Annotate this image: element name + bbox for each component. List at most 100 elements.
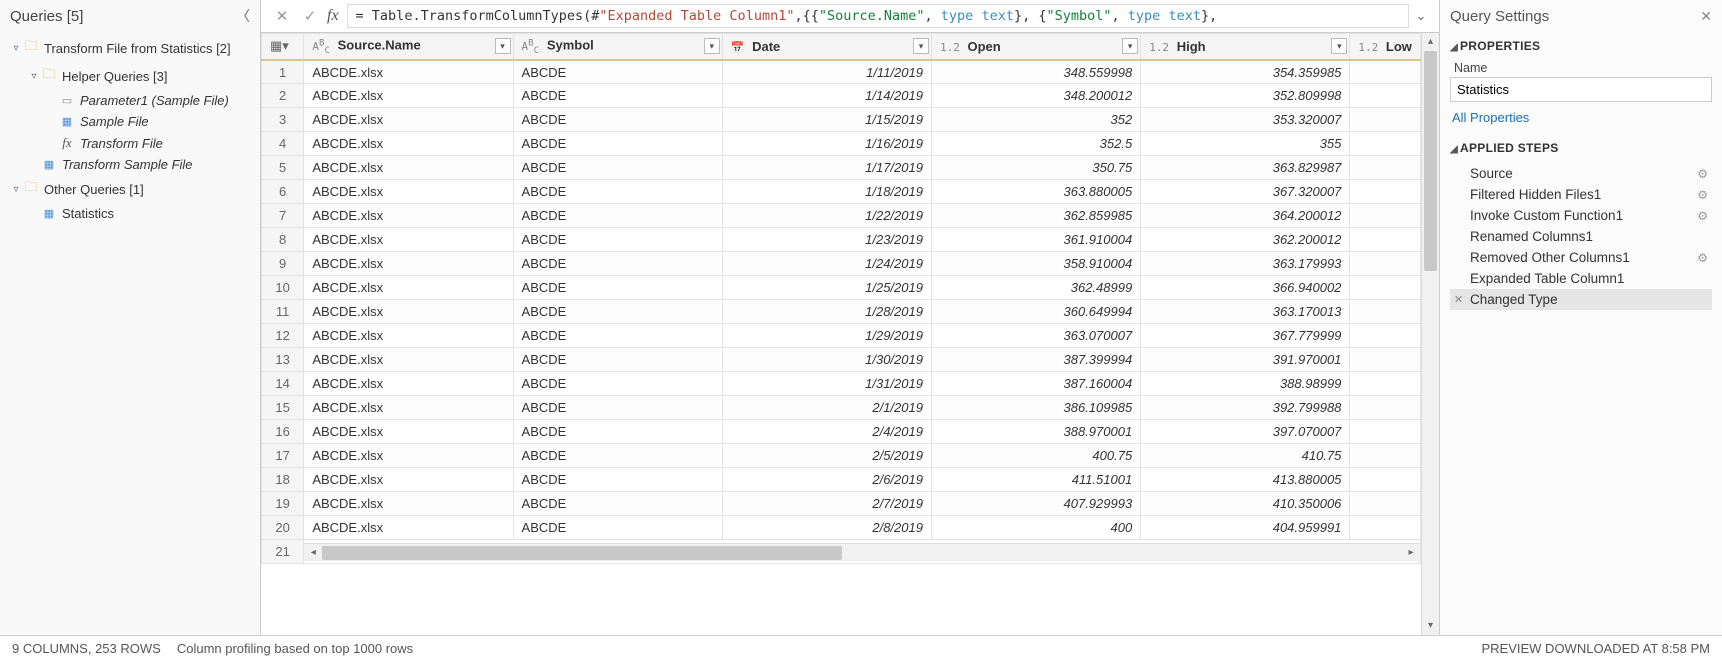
- cell[interactable]: 354.359985: [1141, 60, 1350, 84]
- cell[interactable]: 1/15/2019: [722, 108, 931, 132]
- cell[interactable]: 413.880005: [1141, 468, 1350, 492]
- table-row[interactable]: 9ABCDE.xlsxABCDE1/24/2019358.910004363.1…: [262, 252, 1421, 276]
- column-header[interactable]: 1.2 Low: [1350, 34, 1421, 60]
- cell[interactable]: ABCDE: [513, 324, 722, 348]
- gear-icon[interactable]: ⚙: [1697, 167, 1708, 181]
- cell[interactable]: 404.959991: [1141, 516, 1350, 540]
- cell[interactable]: 363.829987: [1141, 156, 1350, 180]
- cell[interactable]: ABCDE: [513, 372, 722, 396]
- cell[interactable]: 366.940002: [1141, 276, 1350, 300]
- cell[interactable]: ABCDE: [513, 180, 722, 204]
- cell[interactable]: 1/25/2019: [722, 276, 931, 300]
- cell[interactable]: 2/6/2019: [722, 468, 931, 492]
- cell[interactable]: [1350, 468, 1421, 492]
- cell[interactable]: 411.51001: [931, 468, 1140, 492]
- table-row[interactable]: 4ABCDE.xlsxABCDE1/16/2019352.5355: [262, 132, 1421, 156]
- applied-step[interactable]: Invoke Custom Function1⚙: [1450, 205, 1712, 226]
- formula-expand-icon[interactable]: ⌄: [1411, 8, 1431, 24]
- row-number[interactable]: 17: [262, 444, 304, 468]
- row-number[interactable]: 10: [262, 276, 304, 300]
- cell[interactable]: 1/24/2019: [722, 252, 931, 276]
- cell[interactable]: 352.5: [931, 132, 1140, 156]
- cell[interactable]: 1/16/2019: [722, 132, 931, 156]
- tree-item[interactable]: ▿🗀Transform File from Statistics [2]: [0, 34, 260, 62]
- cell[interactable]: [1350, 228, 1421, 252]
- cell[interactable]: ABCDE.xlsx: [304, 492, 513, 516]
- cell[interactable]: 358.910004: [931, 252, 1140, 276]
- cell[interactable]: ABCDE.xlsx: [304, 228, 513, 252]
- applied-step[interactable]: Removed Other Columns1⚙: [1450, 247, 1712, 268]
- cell[interactable]: [1350, 396, 1421, 420]
- query-name-input[interactable]: [1450, 77, 1712, 102]
- table-row[interactable]: 2ABCDE.xlsxABCDE1/14/2019348.200012352.8…: [262, 84, 1421, 108]
- data-grid[interactable]: ▦▾ABC Source.Name▾ABC Symbol▾📅 Date▾1.2 …: [261, 33, 1421, 564]
- cell[interactable]: 364.200012: [1141, 204, 1350, 228]
- cell[interactable]: ABCDE: [513, 132, 722, 156]
- row-number[interactable]: 19: [262, 492, 304, 516]
- column-filter-icon[interactable]: ▾: [1331, 38, 1347, 54]
- cell[interactable]: ABCDE.xlsx: [304, 324, 513, 348]
- cell[interactable]: 353.320007: [1141, 108, 1350, 132]
- cell[interactable]: ABCDE.xlsx: [304, 60, 513, 84]
- cell[interactable]: 397.070007: [1141, 420, 1350, 444]
- cell[interactable]: 387.160004: [931, 372, 1140, 396]
- column-header[interactable]: ABC Source.Name▾: [304, 34, 513, 60]
- table-row[interactable]: 16ABCDE.xlsxABCDE2/4/2019388.970001397.0…: [262, 420, 1421, 444]
- cell[interactable]: ABCDE: [513, 492, 722, 516]
- cell[interactable]: ABCDE: [513, 60, 722, 84]
- applied-step[interactable]: Filtered Hidden Files1⚙: [1450, 184, 1712, 205]
- gear-icon[interactable]: ⚙: [1697, 209, 1708, 223]
- table-row[interactable]: 15ABCDE.xlsxABCDE2/1/2019386.109985392.7…: [262, 396, 1421, 420]
- column-header[interactable]: 1.2 Open▾: [931, 34, 1140, 60]
- delete-step-icon[interactable]: ✕: [1454, 293, 1463, 306]
- row-number[interactable]: 12: [262, 324, 304, 348]
- cell[interactable]: ABCDE: [513, 228, 722, 252]
- cell[interactable]: 2/7/2019: [722, 492, 931, 516]
- table-row[interactable]: 12ABCDE.xlsxABCDE1/29/2019363.070007367.…: [262, 324, 1421, 348]
- row-number[interactable]: 20: [262, 516, 304, 540]
- row-number[interactable]: 16: [262, 420, 304, 444]
- cell[interactable]: ABCDE: [513, 204, 722, 228]
- scroll-up-icon[interactable]: ▴: [1422, 33, 1439, 51]
- cell[interactable]: 1/18/2019: [722, 180, 931, 204]
- cell[interactable]: 363.170013: [1141, 300, 1350, 324]
- cell[interactable]: [1350, 300, 1421, 324]
- row-number[interactable]: 3: [262, 108, 304, 132]
- cell[interactable]: 1/31/2019: [722, 372, 931, 396]
- row-header-corner[interactable]: ▦▾: [262, 34, 304, 60]
- tree-item[interactable]: ▦Transform Sample File: [0, 154, 260, 175]
- cell[interactable]: ABCDE.xlsx: [304, 444, 513, 468]
- cell[interactable]: 1/22/2019: [722, 204, 931, 228]
- cell[interactable]: 348.559998: [931, 60, 1140, 84]
- fx-icon[interactable]: fx: [327, 7, 339, 25]
- cell[interactable]: 2/8/2019: [722, 516, 931, 540]
- cell[interactable]: [1350, 276, 1421, 300]
- cell[interactable]: 1/17/2019: [722, 156, 931, 180]
- collapse-queries-icon[interactable]: 〈: [236, 6, 250, 26]
- cell[interactable]: [1350, 84, 1421, 108]
- cell[interactable]: [1350, 372, 1421, 396]
- cell[interactable]: ABCDE: [513, 396, 722, 420]
- horizontal-scrollbar[interactable]: ◂▸: [304, 543, 1420, 561]
- table-row[interactable]: 20ABCDE.xlsxABCDE2/8/2019400404.959991: [262, 516, 1421, 540]
- scroll-down-icon[interactable]: ▾: [1422, 617, 1439, 635]
- row-number[interactable]: 5: [262, 156, 304, 180]
- cell[interactable]: 388.970001: [931, 420, 1140, 444]
- cell[interactable]: 387.399994: [931, 348, 1140, 372]
- cell[interactable]: ABCDE.xlsx: [304, 396, 513, 420]
- column-filter-icon[interactable]: ▾: [913, 38, 929, 54]
- cell[interactable]: 362.200012: [1141, 228, 1350, 252]
- table-row[interactable]: 21◂▸: [262, 540, 1421, 564]
- table-row[interactable]: 14ABCDE.xlsxABCDE1/31/2019387.160004388.…: [262, 372, 1421, 396]
- column-header[interactable]: 1.2 High▾: [1141, 34, 1350, 60]
- cell[interactable]: ABCDE.xlsx: [304, 156, 513, 180]
- cell[interactable]: ABCDE: [513, 444, 722, 468]
- tree-item[interactable]: ▿🗀Helper Queries [3]: [0, 62, 260, 90]
- cell[interactable]: 352: [931, 108, 1140, 132]
- column-header[interactable]: 📅 Date▾: [722, 34, 931, 60]
- cell[interactable]: 360.649994: [931, 300, 1140, 324]
- row-number[interactable]: 2: [262, 84, 304, 108]
- scroll-left-icon[interactable]: ◂: [304, 544, 322, 562]
- column-filter-icon[interactable]: ▾: [1122, 38, 1138, 54]
- applied-step[interactable]: Renamed Columns1: [1450, 226, 1712, 247]
